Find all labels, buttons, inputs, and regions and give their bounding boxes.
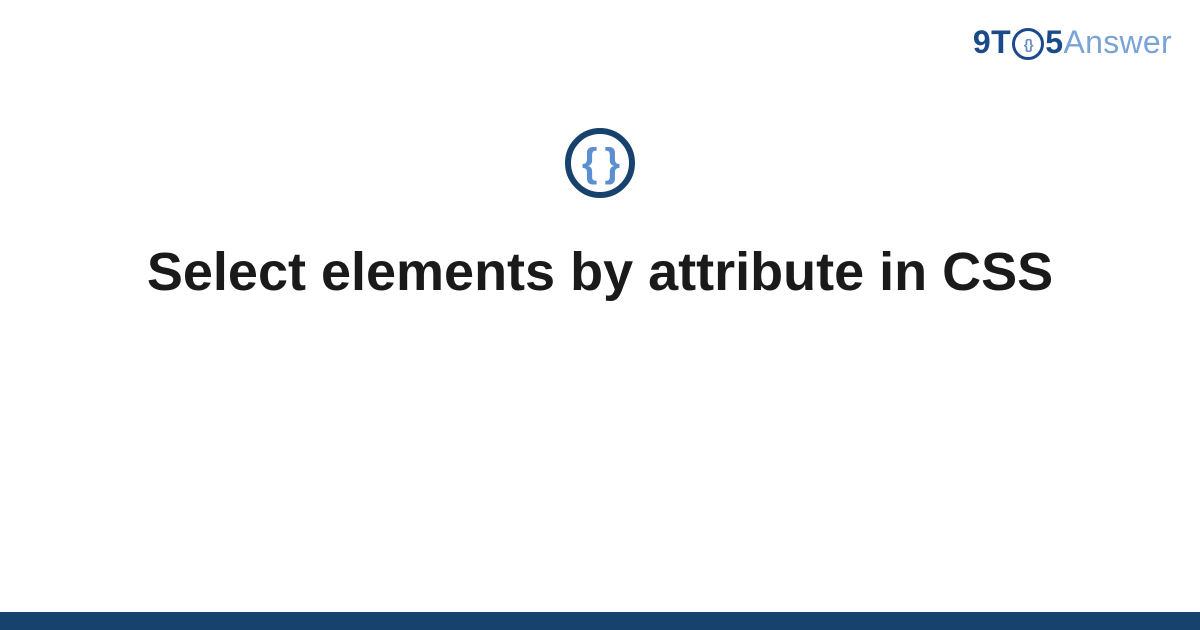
footer-bar	[0, 612, 1200, 630]
content-block: { } Select elements by attribute in CSS	[0, 128, 1200, 306]
site-logo: 9T {} 5 Answer	[973, 24, 1172, 61]
logo-text-9t: 9T	[973, 24, 1011, 61]
page-title: Select elements by attribute in CSS	[147, 240, 1053, 306]
braces-glyph: { }	[582, 143, 618, 183]
css-braces-icon: { }	[565, 128, 635, 198]
logo-text-answer: Answer	[1063, 24, 1172, 61]
logo-clock-icon: {}	[1012, 28, 1044, 60]
logo-text-5: 5	[1045, 24, 1063, 61]
logo-clock-inner: {}	[1024, 37, 1033, 51]
